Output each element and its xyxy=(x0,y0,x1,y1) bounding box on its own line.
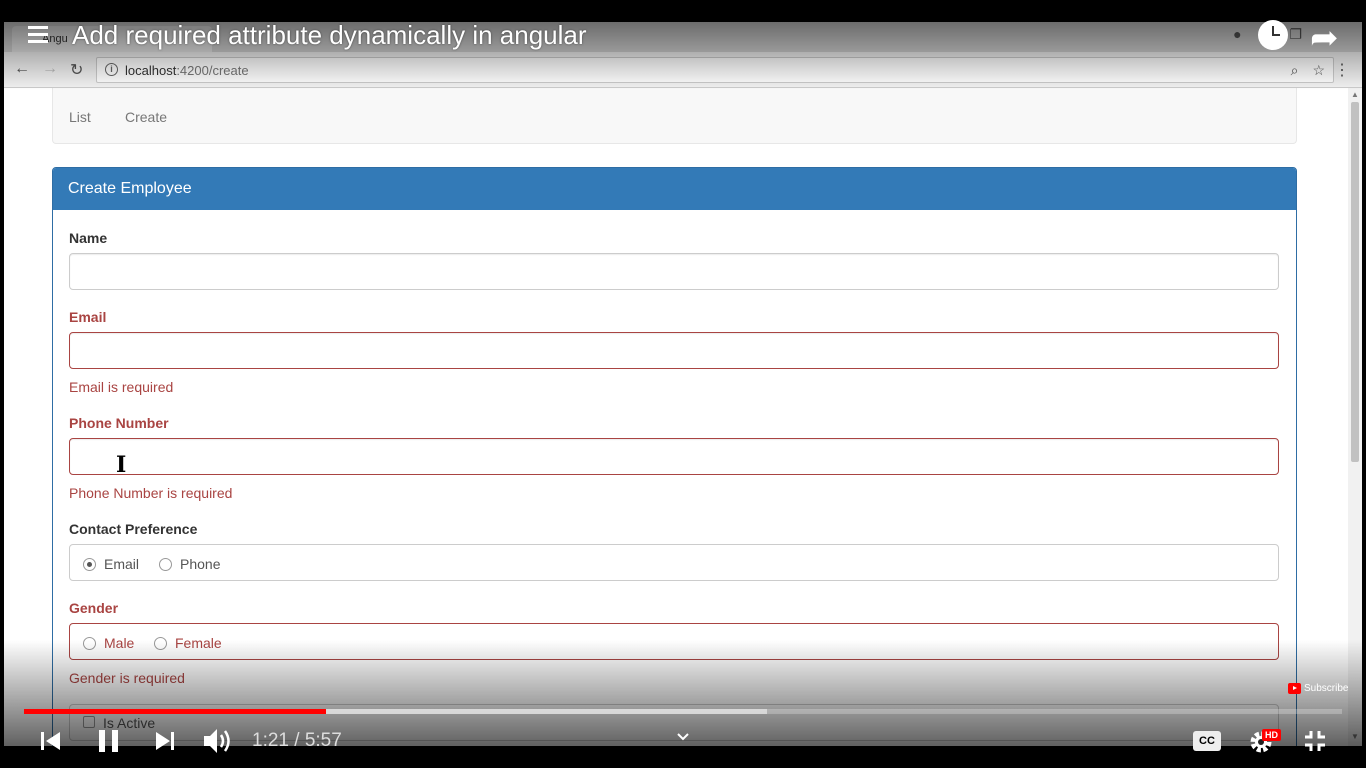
chevron-down-icon[interactable] xyxy=(676,732,690,742)
volume-icon[interactable] xyxy=(202,726,234,756)
radio-unchecked-icon xyxy=(159,557,172,571)
radio-checked-icon xyxy=(83,557,96,571)
captions-button[interactable]: CC xyxy=(1193,731,1221,751)
url-host: localhost xyxy=(125,63,177,78)
gender-female-radio[interactable]: Female xyxy=(154,635,222,651)
bookmark-star-icon[interactable]: ☆ xyxy=(1312,62,1325,79)
exit-fullscreen-icon[interactable] xyxy=(1302,728,1328,754)
current-time: 1:21 xyxy=(252,730,289,751)
name-input[interactable] xyxy=(69,253,1279,290)
browser-window: Angu ● – ❐ ← → ↻ i localhost:4200/create… xyxy=(4,22,1362,746)
previous-icon[interactable] xyxy=(38,728,64,754)
radio-unchecked-icon xyxy=(83,636,96,650)
scroll-down-icon[interactable]: ▼ xyxy=(1351,732,1359,741)
phone-input[interactable] xyxy=(69,438,1279,475)
profile-icon[interactable]: ● xyxy=(1233,26,1241,43)
phone-error: Phone Number is required xyxy=(69,485,233,501)
nav-link-create[interactable]: Create xyxy=(125,109,167,125)
email-error: Email is required xyxy=(69,379,174,395)
scrollbar-thumb[interactable] xyxy=(1351,102,1359,462)
email-input[interactable] xyxy=(69,332,1279,369)
url-path: :4200/create xyxy=(176,63,249,78)
subscribe-watermark[interactable]: Subscribe xyxy=(1288,683,1348,694)
playlist-menu-icon[interactable] xyxy=(28,26,52,46)
youtube-logo-icon xyxy=(1288,683,1301,694)
text-cursor-icon: I xyxy=(116,452,127,478)
radio-unchecked-icon xyxy=(154,636,167,650)
name-label: Name xyxy=(69,230,108,246)
gender-male-radio[interactable]: Male xyxy=(83,635,134,651)
gender-error: Gender is required xyxy=(69,670,185,686)
watch-later-icon[interactable] xyxy=(1258,20,1288,50)
progress-bar[interactable] xyxy=(24,709,1342,714)
menu-kebab-icon[interactable]: ⋮ xyxy=(1334,60,1350,80)
reload-icon[interactable]: ↻ xyxy=(70,60,83,80)
app-navbar: List Create xyxy=(52,88,1297,144)
contact-preference-label: Contact Preference xyxy=(69,521,198,537)
address-bar[interactable]: i localhost:4200/create ⌕ ☆ xyxy=(96,57,1334,83)
contact-email-radio[interactable]: Email xyxy=(83,556,139,572)
pause-icon[interactable] xyxy=(95,727,123,755)
create-employee-panel: Create Employee Name Email Email is requ… xyxy=(52,167,1297,746)
gender-group: Male Female xyxy=(69,623,1279,660)
checkbox-icon[interactable] xyxy=(83,716,95,728)
contact-phone-radio[interactable]: Phone xyxy=(159,556,220,572)
contact-preference-group: Email Phone xyxy=(69,544,1279,581)
next-icon[interactable] xyxy=(152,728,178,754)
share-icon[interactable]: ➦ xyxy=(1310,18,1339,58)
video-player[interactable]: Angu ● – ❐ ← → ↻ i localhost:4200/create… xyxy=(0,0,1366,768)
gender-label: Gender xyxy=(69,600,119,616)
back-icon[interactable]: ← xyxy=(14,60,30,78)
phone-label: Phone Number xyxy=(69,415,169,431)
info-icon[interactable]: i xyxy=(105,63,118,76)
time-display: 1:21 / 5:57 xyxy=(252,730,342,751)
zoom-icon[interactable]: ⌕ xyxy=(1291,62,1299,79)
hd-badge: HD xyxy=(1262,729,1281,741)
forward-icon[interactable]: → xyxy=(42,60,58,78)
browser-toolbar: ← → ↻ i localhost:4200/create ⌕ ☆ ⋮ xyxy=(4,52,1362,88)
duration: 5:57 xyxy=(304,730,342,751)
panel-heading: Create Employee xyxy=(53,168,1296,210)
played-bar xyxy=(24,709,326,714)
email-label: Email xyxy=(69,309,107,325)
page-viewport: List Create Create Employee Name Email E… xyxy=(4,88,1348,746)
page-scrollbar[interactable]: ▲ ▼ xyxy=(1348,88,1362,746)
restore-icon[interactable]: ❐ xyxy=(1289,26,1302,43)
scroll-up-icon[interactable]: ▲ xyxy=(1351,90,1359,99)
nav-link-list[interactable]: List xyxy=(69,109,91,125)
video-title[interactable]: Add required attribute dynamically in an… xyxy=(72,20,587,51)
